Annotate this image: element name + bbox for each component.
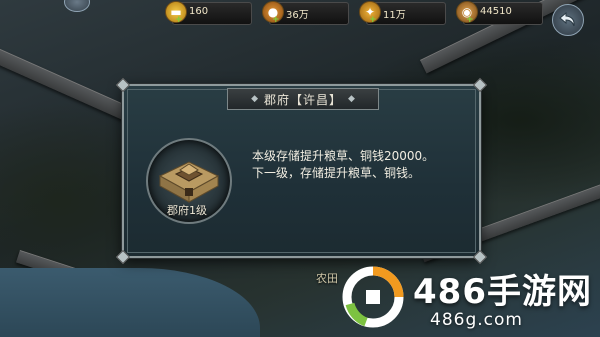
river <box>0 268 260 337</box>
dialog-title-bar: ◆ 郡府【许昌】 ◆ <box>227 88 379 110</box>
resource-gold[interactable]: ▬ + 160 <box>165 1 252 25</box>
wheat-value: 11万 <box>383 10 406 21</box>
food-value: 36万 <box>286 10 309 21</box>
description-line: 下一级，存储提升粮草、铜钱。 <box>252 166 421 180</box>
dialog-title: 郡府【许昌】 <box>263 92 342 107</box>
fortress-icon <box>158 161 220 203</box>
building-info-dialog: ◆ 郡府【许昌】 ◆ 郡府1级 本级存储提升粮草、铜钱20000。 下一级，存储… <box>115 77 488 265</box>
back-button[interactable] <box>552 4 584 36</box>
coin-value: 44510 <box>480 6 512 17</box>
watermark-text: 486手游网 <box>413 272 592 312</box>
resource-coin[interactable]: ◉ + 44510 <box>456 1 543 25</box>
building-level-label: 郡府1级 <box>167 204 207 217</box>
building-description: 本级存储提升粮草、铜钱20000。 下一级，存储提升粮草、铜钱。 <box>252 148 434 182</box>
resource-wheat[interactable]: ✦ + 11万 <box>359 1 446 25</box>
add-icon[interactable]: + <box>466 15 474 25</box>
resource-food[interactable]: ● + 36万 <box>262 1 349 25</box>
title-ornament-icon: ◆ <box>348 94 355 104</box>
watermark-logo <box>342 266 404 328</box>
add-icon[interactable]: + <box>369 15 377 25</box>
gold-value: 160 <box>189 6 209 17</box>
title-ornament-icon: ◆ <box>251 94 258 104</box>
watermark-url: 486g.com <box>430 310 523 330</box>
farmland-label[interactable]: 农田 <box>316 270 338 286</box>
back-arrow-icon <box>559 12 575 27</box>
add-icon[interactable]: + <box>175 15 183 25</box>
description-line: 本级存储提升粮草、铜钱20000。 <box>252 149 435 163</box>
add-icon[interactable]: + <box>272 15 280 25</box>
